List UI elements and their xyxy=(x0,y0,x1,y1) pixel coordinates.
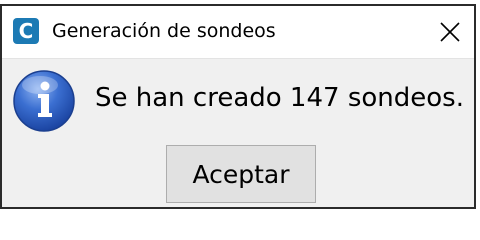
background-window-bottom xyxy=(0,234,480,240)
title-bar: C Generación de sondeos xyxy=(2,6,474,59)
info-icon xyxy=(12,69,76,133)
app-icon-letter: C xyxy=(18,19,34,43)
ok-button[interactable]: Aceptar xyxy=(166,145,316,203)
message-text: Se han creado 147 sondeos. xyxy=(95,83,464,113)
app-icon: C xyxy=(13,18,39,44)
window-title: Generación de sondeos xyxy=(52,20,276,42)
close-icon xyxy=(440,22,460,42)
close-button[interactable] xyxy=(430,10,470,54)
message-dialog: C Generación de sondeos Se han creado 14… xyxy=(0,4,476,209)
